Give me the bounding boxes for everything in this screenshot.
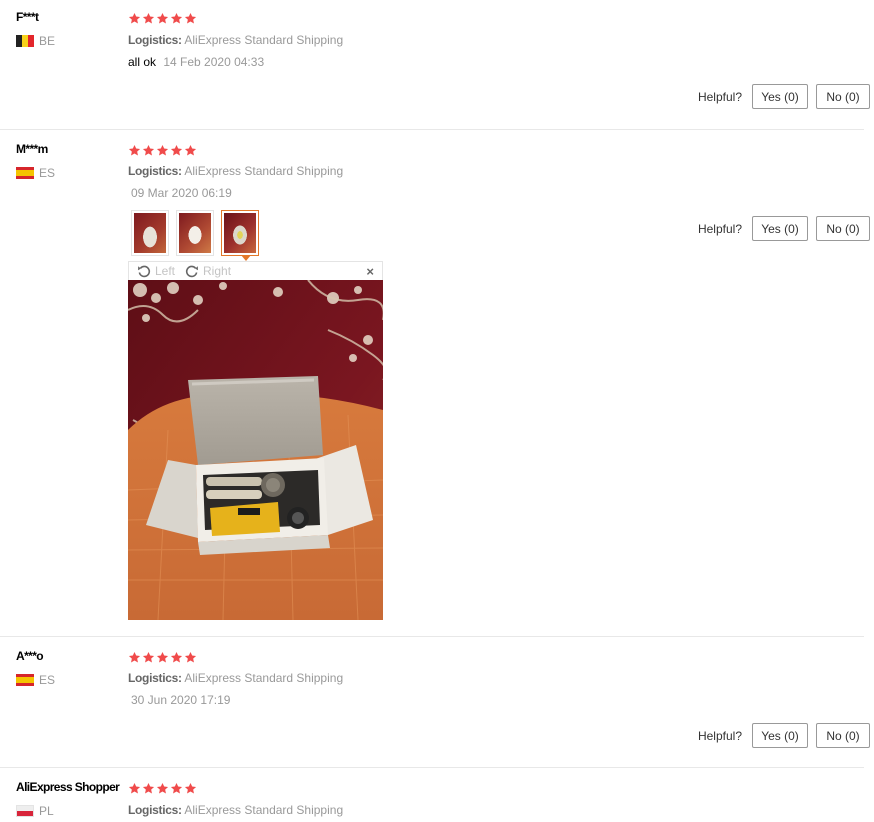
rotate-left-icon — [137, 264, 151, 278]
star-icon — [170, 12, 183, 25]
helpful-vote: Helpful? Yes (0) No (0) — [698, 723, 870, 748]
review-photo-thumbnail[interactable] — [131, 210, 169, 256]
reviewer-name: AliExpress Shopper — [16, 780, 120, 794]
logistics-info: Logistics: AliExpress Standard Shipping — [128, 671, 343, 685]
star-icon — [156, 12, 169, 25]
reviewer-country: ES — [16, 673, 55, 687]
star-icon — [128, 144, 141, 157]
logistics-info: Logistics: AliExpress Standard Shipping — [128, 164, 343, 178]
rotate-left-label: Left — [155, 264, 176, 278]
helpful-label: Helpful? — [697, 221, 742, 236]
review-divider — [0, 636, 864, 637]
helpful-no-button[interactable]: No (0) — [816, 216, 870, 241]
reviewer-name: F***t — [16, 10, 39, 24]
rotate-right-label: Right — [203, 264, 232, 278]
helpful-yes-button[interactable]: Yes (0) — [752, 723, 808, 748]
review-photo-thumbnail[interactable] — [176, 210, 214, 256]
reviewer-country: BE — [16, 34, 55, 48]
star-rating — [128, 651, 197, 664]
logistics-label: Logistics: — [128, 803, 182, 817]
rotate-left-button[interactable]: Left — [137, 264, 175, 278]
belgium-flag-icon — [16, 35, 34, 47]
poland-flag-icon — [16, 805, 34, 817]
helpful-yes-button[interactable]: Yes (0) — [752, 216, 808, 241]
close-icon[interactable]: × — [366, 264, 374, 279]
reviewer-country: PL — [16, 804, 54, 818]
rotate-right-icon — [185, 264, 199, 278]
review-date: 30 Jun 2020 17:19 — [131, 693, 231, 707]
star-icon — [170, 782, 183, 795]
review-divider — [0, 129, 864, 130]
star-rating — [128, 144, 197, 157]
star-icon — [184, 12, 197, 25]
helpful-label: Helpful? — [697, 89, 742, 104]
star-icon — [128, 12, 141, 25]
star-icon — [156, 144, 169, 157]
star-icon — [184, 782, 197, 795]
star-icon — [142, 651, 155, 664]
logistics-label: Logistics: — [128, 671, 182, 685]
logistics-method: AliExpress Standard Shipping — [184, 671, 344, 685]
star-icon — [170, 651, 183, 664]
star-icon — [170, 144, 183, 157]
star-rating — [128, 12, 197, 25]
star-icon — [142, 782, 155, 795]
review-photo-thumbnails — [131, 210, 259, 256]
reviewer-name: M***m — [16, 142, 48, 156]
review-photo-large — [128, 280, 383, 620]
rotate-right-button[interactable]: Right — [185, 264, 231, 278]
review-content: all ok 14 Feb 2020 04:33 — [128, 55, 264, 69]
review-text: all ok — [128, 55, 157, 69]
logistics-info: Logistics: AliExpress Standard Shipping — [128, 803, 343, 817]
country-code: BE — [39, 34, 56, 48]
star-icon — [184, 144, 197, 157]
star-icon — [156, 651, 169, 664]
reviewer-country: ES — [16, 166, 55, 180]
star-icon — [184, 651, 197, 664]
logistics-label: Logistics: — [128, 164, 182, 178]
star-icon — [128, 782, 141, 795]
review-date: 09 Mar 2020 06:19 — [131, 186, 232, 200]
country-code: ES — [39, 673, 56, 687]
logistics-label: Logistics: — [128, 33, 182, 47]
logistics-method: AliExpress Standard Shipping — [184, 164, 344, 178]
helpful-no-button[interactable]: No (0) — [816, 84, 870, 109]
star-icon — [128, 651, 141, 664]
photo-viewer-toolbar: Left Right × — [128, 261, 383, 280]
helpful-no-button[interactable]: No (0) — [816, 723, 870, 748]
star-icon — [156, 782, 169, 795]
logistics-info: Logistics: AliExpress Standard Shipping — [128, 33, 343, 47]
country-code: ES — [39, 166, 56, 180]
star-icon — [142, 12, 155, 25]
spain-flag-icon — [16, 167, 34, 179]
logistics-method: AliExpress Standard Shipping — [184, 33, 344, 47]
helpful-label: Helpful? — [697, 728, 742, 743]
helpful-vote: Helpful? Yes (0) No (0) — [698, 84, 870, 109]
review-divider — [0, 767, 864, 768]
helpful-vote: Helpful? Yes (0) No (0) — [698, 216, 870, 241]
logistics-method: AliExpress Standard Shipping — [184, 803, 344, 817]
review-photo-thumbnail-selected[interactable] — [221, 210, 259, 256]
country-code: PL — [39, 804, 54, 818]
star-rating — [128, 782, 197, 795]
helpful-yes-button[interactable]: Yes (0) — [752, 84, 808, 109]
star-icon — [142, 144, 155, 157]
review-date: 14 Feb 2020 04:33 — [163, 55, 265, 69]
spain-flag-icon — [16, 674, 34, 686]
reviewer-name: A***o — [16, 649, 44, 663]
